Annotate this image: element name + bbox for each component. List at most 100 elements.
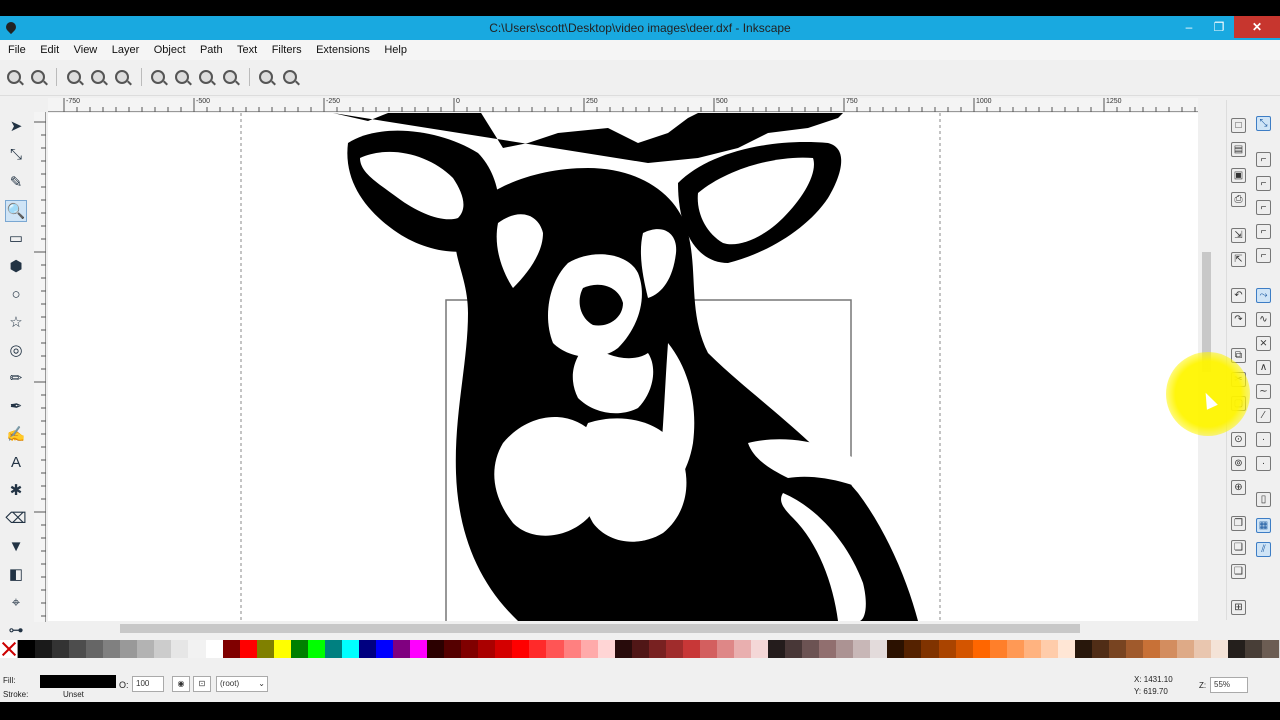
color-swatch[interactable]	[222, 640, 240, 658]
color-swatch[interactable]	[461, 640, 479, 658]
menu-path[interactable]: Path	[197, 41, 226, 56]
eraser-tool[interactable]: ⌫	[5, 508, 27, 530]
zoom-out-icon[interactable]	[31, 70, 45, 84]
color-swatch[interactable]	[427, 640, 445, 658]
no-paint-swatch[interactable]	[0, 640, 18, 658]
color-swatch[interactable]	[188, 640, 206, 658]
clone-icon[interactable]: ❏	[1231, 540, 1246, 555]
color-swatch[interactable]	[972, 640, 990, 658]
spiral-tool[interactable]: ◎	[5, 340, 27, 362]
color-swatch[interactable]	[802, 640, 820, 658]
color-swatch[interactable]	[921, 640, 939, 658]
connector-tool[interactable]: ⊶	[5, 620, 27, 642]
zoom-1to1-icon[interactable]	[67, 70, 81, 84]
export-icon[interactable]: ⇱	[1231, 252, 1246, 267]
color-swatch[interactable]	[631, 640, 649, 658]
color-swatch[interactable]	[1262, 640, 1280, 658]
color-swatch[interactable]	[103, 640, 121, 658]
horizontal-scrollbar[interactable]	[48, 621, 1198, 635]
zoom-field[interactable]: 55%	[1210, 677, 1248, 693]
color-swatch[interactable]	[1143, 640, 1161, 658]
zoom-drawing-icon[interactable]: ⊚	[1231, 456, 1246, 471]
color-swatch[interactable]	[904, 640, 922, 658]
paint-bucket-tool[interactable]: ▼	[5, 536, 27, 558]
zoom-selection-icon[interactable]	[151, 70, 165, 84]
star-tool[interactable]: ☆	[5, 312, 27, 334]
color-swatch[interactable]	[324, 640, 342, 658]
color-swatch[interactable]	[120, 640, 138, 658]
layer-dropdown[interactable]: (root) ⌄	[216, 676, 268, 692]
color-swatch[interactable]	[1006, 640, 1024, 658]
color-swatch[interactable]	[52, 640, 70, 658]
layer-visibility-icon[interactable]: ◉	[172, 676, 190, 692]
color-swatch[interactable]	[1109, 640, 1127, 658]
color-swatch[interactable]	[529, 640, 547, 658]
color-swatch[interactable]	[853, 640, 871, 658]
color-swatch[interactable]	[1023, 640, 1041, 658]
color-swatch[interactable]	[1211, 640, 1229, 658]
color-swatch[interactable]	[290, 640, 308, 658]
color-swatch[interactable]	[375, 640, 394, 658]
color-swatch[interactable]	[256, 640, 274, 658]
color-swatch[interactable]	[768, 640, 786, 658]
drawing-canvas[interactable]	[48, 113, 1198, 621]
snap-path-icon[interactable]: ∿	[1256, 312, 1271, 327]
color-swatch[interactable]	[1194, 640, 1212, 658]
color-swatch[interactable]	[512, 640, 530, 658]
node-tool[interactable]: ⤡	[5, 144, 27, 166]
zoom-selection-icon[interactable]: ⊙	[1231, 432, 1246, 447]
color-swatch[interactable]	[1245, 640, 1263, 658]
zoom-in-icon[interactable]	[7, 70, 21, 84]
color-swatch[interactable]	[938, 640, 956, 658]
color-swatch[interactable]	[137, 640, 155, 658]
import-icon[interactable]: ⇲	[1231, 228, 1246, 243]
color-swatch[interactable]	[35, 640, 53, 658]
menu-edit[interactable]: Edit	[37, 41, 62, 56]
color-swatch[interactable]	[495, 640, 513, 658]
snap-object-center-icon[interactable]: ·	[1256, 432, 1271, 447]
print-icon[interactable]: ⎙	[1231, 192, 1246, 207]
color-swatch[interactable]	[341, 640, 359, 658]
snap-bbox-icon[interactable]: ⌐	[1256, 152, 1271, 167]
snap-nodes-icon[interactable]: ⤳	[1256, 288, 1271, 303]
color-swatch[interactable]	[273, 640, 291, 658]
vertical-ruler[interactable]	[34, 112, 46, 622]
color-swatch[interactable]	[682, 640, 700, 658]
color-swatch[interactable]	[751, 640, 769, 658]
snap-rotation-center-icon[interactable]: ·	[1256, 456, 1271, 471]
gradient-tool[interactable]: ◧	[5, 564, 27, 586]
color-swatch[interactable]	[699, 640, 717, 658]
horizontal-ruler[interactable]: -750 -500 -250 0 250 500 750 1000 1250	[48, 98, 1198, 112]
color-swatch[interactable]	[870, 640, 888, 658]
color-swatch[interactable]	[887, 640, 905, 658]
color-swatch[interactable]	[1091, 640, 1109, 658]
color-swatch[interactable]	[563, 640, 581, 658]
color-swatch[interactable]	[478, 640, 496, 658]
color-swatch[interactable]	[358, 640, 376, 658]
snap-bbox-corner-icon[interactable]: ⌐	[1256, 200, 1271, 215]
color-swatch[interactable]	[648, 640, 666, 658]
color-swatch[interactable]	[1228, 640, 1246, 658]
color-swatch[interactable]	[154, 640, 172, 658]
snap-bbox-midpoint-icon[interactable]: ⌐	[1256, 224, 1271, 239]
snap-grid-icon[interactable]: ▦	[1256, 518, 1271, 533]
new-document-icon[interactable]: □	[1231, 118, 1246, 133]
menu-view[interactable]: View	[71, 41, 101, 56]
color-swatch[interactable]	[955, 640, 973, 658]
color-swatch[interactable]	[239, 640, 257, 658]
text-tool[interactable]: A	[5, 452, 27, 474]
color-swatch[interactable]	[1057, 640, 1075, 658]
horizontal-scroll-thumb[interactable]	[120, 624, 1080, 633]
open-file-icon[interactable]: ▤	[1231, 142, 1246, 157]
duplicate-icon[interactable]: ❐	[1231, 516, 1246, 531]
color-swatch[interactable]	[785, 640, 803, 658]
minimize-button[interactable]: –	[1174, 16, 1204, 38]
color-swatch[interactable]	[171, 640, 189, 658]
zoom-tool[interactable]: 🔍	[5, 200, 27, 222]
menu-text[interactable]: Text	[234, 41, 260, 56]
color-swatch[interactable]	[1177, 640, 1195, 658]
snap-bbox-center-icon[interactable]: ⌐	[1256, 248, 1271, 263]
snap-midpoint-icon[interactable]: ⁄	[1256, 408, 1271, 423]
tweak-tool[interactable]: ✎	[5, 172, 27, 194]
color-swatch[interactable]	[410, 640, 428, 658]
